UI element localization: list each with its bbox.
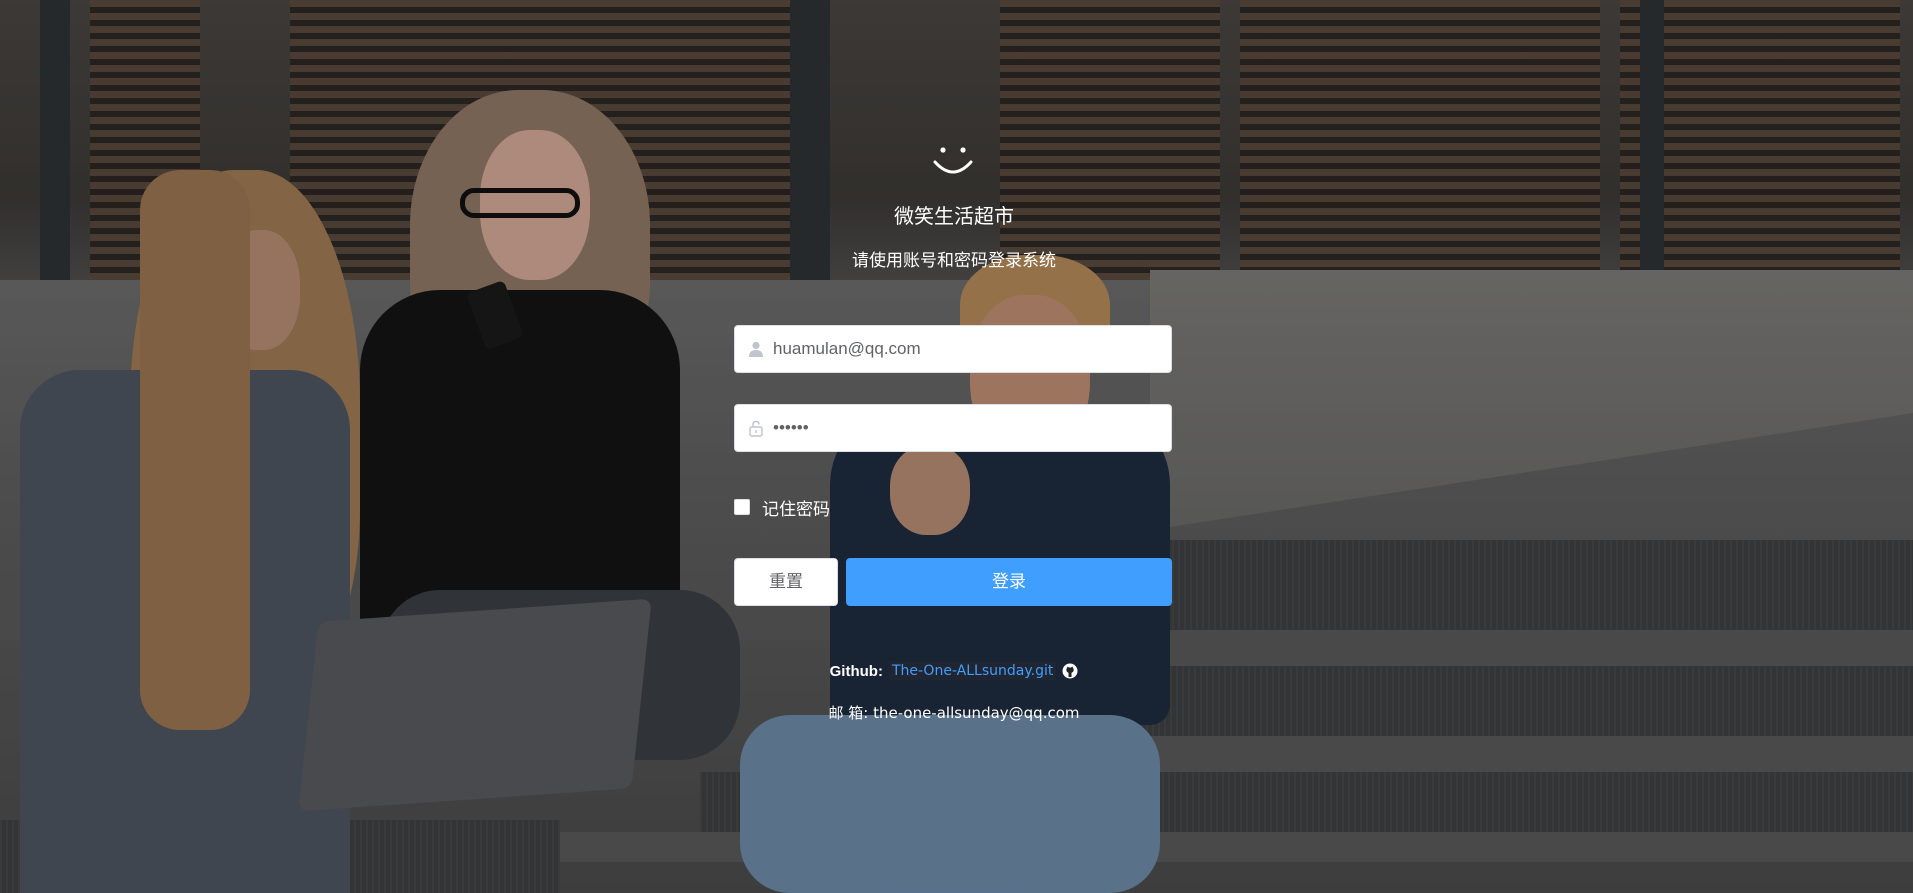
smiley-icon — [933, 147, 973, 174]
reset-button[interactable]: 重置 — [734, 558, 838, 606]
password-field[interactable] — [734, 404, 1172, 452]
github-link[interactable]: The-One-ALLsunday.git — [888, 662, 1057, 680]
github-info: Github: The-One-ALLsunday.git — [734, 662, 1174, 680]
remember-label[interactable]: 记住密码 — [762, 495, 830, 520]
lock-icon — [749, 420, 763, 437]
login-subtitle: 请使用账号和密码登录系统 — [852, 251, 1056, 271]
username-field[interactable] — [734, 325, 1172, 373]
remember-checkbox[interactable] — [734, 499, 750, 515]
password-input[interactable] — [773, 405, 1163, 451]
login-page: 微笑生活超市 请使用账号和密码登录系统 记住密码 重置 登录 Github: — [0, 0, 1913, 893]
login-button[interactable]: 登录 — [846, 558, 1172, 606]
user-icon — [749, 341, 763, 357]
email-label: 邮 箱: — [828, 704, 869, 722]
email-info: 邮 箱: the-one-allsunday@qq.com — [734, 702, 1174, 723]
app-title: 微笑生活超市 — [894, 204, 1014, 228]
github-icon[interactable] — [1062, 663, 1078, 679]
email-value: the-one-allsunday@qq.com — [873, 704, 1080, 722]
github-label: Github: — [829, 662, 883, 680]
username-input[interactable] — [773, 326, 1163, 372]
remember-password[interactable]: 记住密码 — [734, 495, 830, 520]
